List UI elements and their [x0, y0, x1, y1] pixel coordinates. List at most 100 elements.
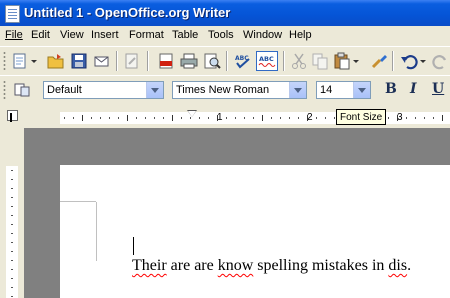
vertical-ruler-bar — [0, 128, 24, 298]
menu-edit[interactable]: Edit — [31, 29, 50, 41]
menu-file[interactable]: File — [5, 29, 23, 41]
ruler-tick — [226, 117, 227, 119]
menu-edit-label: Edit — [31, 29, 50, 41]
menu-bar: File Edit View Insert Format Table Tools… — [0, 26, 450, 46]
ruler-tick — [433, 117, 434, 119]
ruler-tick — [280, 117, 281, 119]
ruler-tick — [11, 197, 13, 198]
ruler-tick — [11, 188, 13, 189]
menu-file-label: File — [5, 29, 23, 41]
ruler-tick — [64, 117, 65, 119]
toolbar-grip[interactable] — [3, 80, 6, 100]
document-text[interactable]: Their are are know spelling mistakes in … — [132, 257, 411, 275]
document-word: . — [407, 257, 412, 274]
save-icon[interactable] — [70, 52, 88, 70]
email-icon[interactable] — [93, 52, 111, 70]
menu-view[interactable]: View — [60, 29, 84, 41]
tab-type-selector[interactable] — [7, 110, 18, 121]
vertical-ruler[interactable] — [6, 166, 18, 298]
ruler-tick — [154, 117, 155, 119]
svg-text:ABC: ABC — [259, 55, 274, 63]
page-preview-icon[interactable] — [203, 52, 221, 70]
toolbar-separator — [116, 51, 118, 71]
autospellcheck-icon[interactable]: ABC — [256, 51, 278, 71]
ruler-tick — [289, 117, 290, 119]
underline-button[interactable]: U — [432, 81, 444, 97]
paste-icon[interactable] — [333, 52, 351, 70]
redo-icon[interactable] — [432, 52, 450, 70]
menu-table[interactable]: Table — [172, 29, 198, 41]
print-icon[interactable] — [180, 52, 198, 70]
ruler-tick — [325, 117, 326, 119]
ruler-tick — [109, 117, 110, 119]
ruler-tick — [334, 117, 335, 119]
document-word: are are — [166, 257, 218, 274]
styles-formatting-icon[interactable] — [13, 81, 31, 99]
menu-format-label: Format — [129, 29, 164, 41]
menu-format[interactable]: Format — [129, 29, 164, 41]
font-name-combo[interactable]: Times New Roman — [172, 81, 307, 99]
ruler-tick — [244, 117, 245, 119]
ruler-tick — [11, 269, 13, 270]
font-size-value: 14 — [320, 84, 333, 96]
undo-icon[interactable] — [400, 52, 418, 70]
ruler-tick — [11, 206, 13, 207]
cut-icon[interactable] — [290, 52, 308, 70]
paragraph-style-combo[interactable]: Default — [43, 81, 164, 99]
export-pdf-icon[interactable] — [157, 52, 175, 70]
bold-button[interactable]: B — [385, 81, 397, 97]
spellcheck-icon[interactable]: ABC — [234, 52, 252, 70]
ruler-tick — [172, 115, 173, 121]
menu-insert[interactable]: Insert — [91, 29, 119, 41]
ruler-tick — [253, 117, 254, 119]
ruler-tick — [11, 296, 13, 297]
chevron-down-icon[interactable] — [289, 82, 306, 98]
chevron-down-icon[interactable] — [146, 82, 163, 98]
ruler-tick — [208, 117, 209, 119]
horizontal-ruler[interactable]: 1 2 3 — [60, 110, 450, 124]
text-boundary — [96, 202, 97, 261]
ruler-tick — [442, 115, 443, 121]
menu-tools[interactable]: Tools — [208, 29, 234, 41]
italic-button[interactable]: I — [410, 81, 417, 97]
toolbar-grip[interactable] — [3, 51, 6, 71]
document-canvas: Their are are know spelling mistakes in … — [24, 128, 450, 298]
toolbar-separator — [147, 51, 149, 71]
ruler-tick — [262, 115, 263, 121]
ruler-tick — [11, 179, 13, 180]
edit-file-icon[interactable] — [123, 52, 141, 70]
ruler-tick — [406, 117, 407, 119]
ruler-tick — [100, 117, 101, 119]
menu-help[interactable]: Help — [289, 29, 312, 41]
ruler-tick — [91, 117, 92, 119]
ruler-tick — [397, 115, 398, 121]
menu-insert-label: Insert — [91, 29, 119, 41]
ruler-tick — [271, 117, 272, 119]
open-folder-icon[interactable] — [47, 52, 65, 70]
toolbar-separator — [283, 51, 285, 71]
menu-help-label: Help — [289, 29, 312, 41]
undo-dropdown-icon[interactable] — [419, 52, 427, 70]
document-page[interactable] — [60, 165, 450, 298]
menu-window-label: Window — [243, 29, 283, 41]
chevron-down-icon[interactable] — [353, 82, 370, 98]
menu-view-label: View — [60, 29, 84, 41]
ruler-tick — [163, 117, 164, 119]
ruler-tick — [235, 117, 236, 119]
ruler-tick — [11, 260, 13, 261]
ruler-tick — [11, 242, 13, 243]
new-document-icon[interactable] — [11, 52, 29, 70]
misspelled-word: know — [217, 257, 254, 274]
new-dropdown-icon[interactable] — [30, 52, 38, 70]
font-size-combo[interactable]: 14 — [316, 81, 371, 99]
ruler-tick — [11, 224, 13, 225]
menu-window[interactable]: Window — [243, 29, 282, 41]
format-paintbrush-icon[interactable] — [370, 52, 388, 70]
misspelled-word: Their — [132, 257, 167, 274]
paste-dropdown-icon[interactable] — [352, 52, 360, 70]
ruler-tick — [190, 117, 191, 119]
copy-icon[interactable] — [311, 52, 329, 70]
window-title: Untitled 1 - OpenOffice.org Writer — [24, 5, 231, 20]
title-bar: Untitled 1 - OpenOffice.org Writer — [0, 0, 450, 26]
paragraph-style-value: Default — [47, 84, 82, 96]
